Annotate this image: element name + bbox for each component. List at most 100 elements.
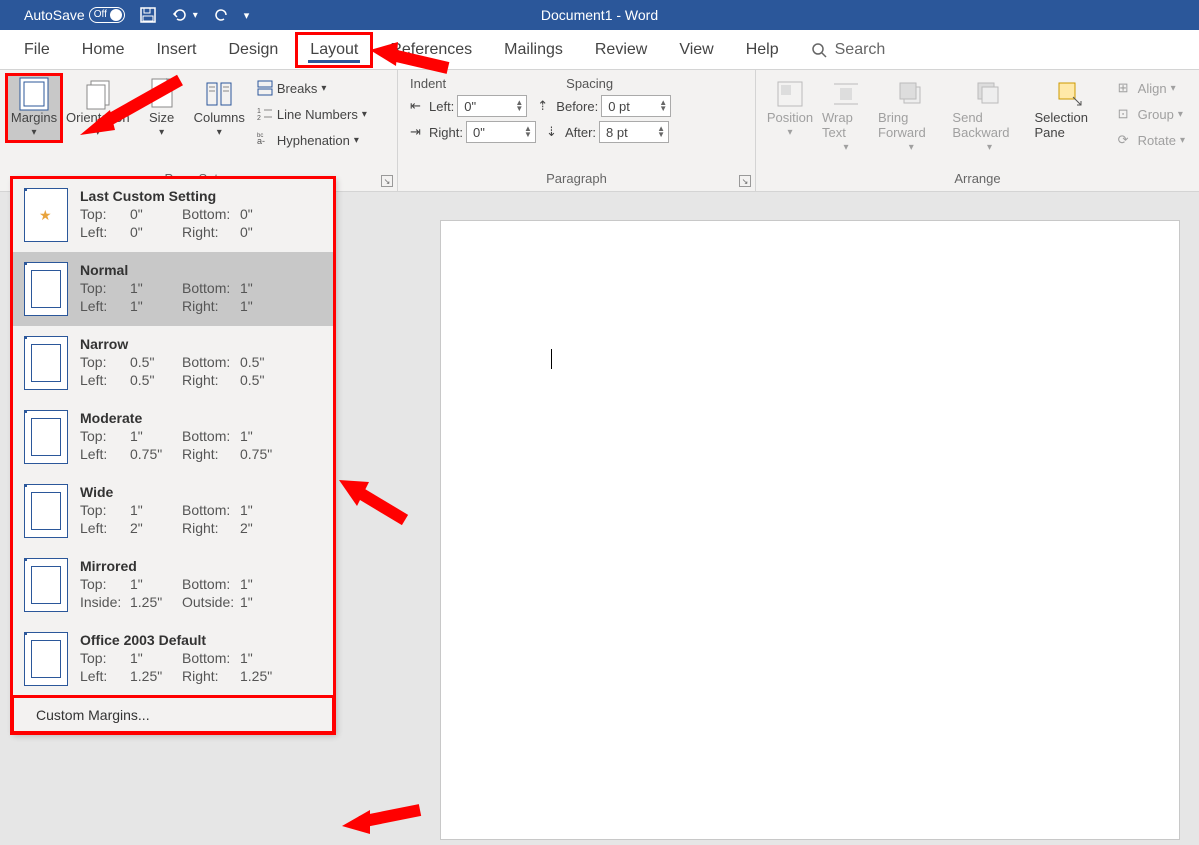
tab-home[interactable]: Home [68,33,139,67]
redo-button[interactable] [208,4,234,26]
paragraph-dialog-launcher[interactable]: ↘ [739,175,751,187]
search-box[interactable]: Search [797,33,900,67]
tab-file[interactable]: File [10,33,64,67]
margin-option-mirrored[interactable]: MirroredTop:1"Bottom:1"Inside:1.25"Outsi… [12,548,334,622]
custom-margins-button[interactable]: Custom Margins... [12,696,334,733]
save-icon [139,6,157,24]
margin-option-moderate[interactable]: ModerateTop:1"Bottom:1"Left:0.75"Right:0… [12,400,334,474]
redo-icon [212,6,230,24]
search-label: Search [835,41,886,59]
indent-left-input[interactable]: 0"▲▼ [457,95,527,117]
align-button: ⊞Align▾ [1114,78,1189,98]
hyphenation-icon: a-bc [257,132,273,148]
hyphenation-button[interactable]: a-bcHyphenation▾ [253,130,371,150]
group-page-setup: Margins▾ Orientation▾ Size▾ Columns▾ Bre… [0,70,398,191]
tab-insert[interactable]: Insert [142,33,210,67]
ribbon-tabs: File Home Insert Design Layout Reference… [0,30,1199,70]
wrap-text-button: Wrap Text▾ [818,74,874,157]
margin-option-title: Narrow [80,336,128,352]
line-numbers-icon: 12 [257,106,273,122]
margin-option-title: Normal [80,262,128,278]
autosave-label: AutoSave [24,7,85,23]
breaks-icon [257,80,273,96]
annotation-arrow [70,70,190,140]
space-after-icon: ⇣ [546,124,562,140]
tab-review[interactable]: Review [581,33,661,67]
group-button: ⊡Group▾ [1114,104,1189,124]
arrange-label: Arrange [762,171,1193,189]
undo-button[interactable]: ▾ [167,4,202,26]
margin-option-title: Office 2003 Default [80,632,206,648]
autosave-toggle[interactable]: AutoSave Off [20,5,129,25]
breaks-button[interactable]: Breaks▾ [253,78,371,98]
wrap-text-icon [830,78,862,110]
group-paragraph: Indent Spacing ⇤Left:0"▲▼ ⇡Before:0 pt▲▼… [398,70,756,191]
search-icon [811,42,827,58]
margin-option-wide[interactable]: WideTop:1"Bottom:1"Left:2"Right:2" [12,474,334,548]
margin-thumb-icon [24,336,68,390]
line-numbers-button[interactable]: 12Line Numbers▾ [253,104,371,124]
tab-design[interactable]: Design [214,33,292,67]
space-before-input[interactable]: 0 pt▲▼ [601,95,671,117]
annotation-arrow [335,470,415,530]
annotation-arrow [340,800,430,840]
position-icon [774,78,806,110]
margin-option-last-custom-setting[interactable]: ★Last Custom SettingTop:0"Bottom:0"Left:… [12,178,334,252]
margin-thumb-icon [24,558,68,612]
margin-option-title: Last Custom Setting [80,188,216,204]
margin-thumb-icon [24,262,68,316]
margin-option-office-2003-default[interactable]: Office 2003 DefaultTop:1"Bottom:1"Left:1… [12,622,334,696]
position-button: Position▾ [762,74,818,142]
margin-option-title: Wide [80,484,113,500]
svg-text:bc: bc [257,133,263,139]
columns-icon [203,78,235,110]
selection-pane-button[interactable]: Selection Pane [1031,74,1110,144]
tab-help[interactable]: Help [732,33,793,67]
paragraph-label: Paragraph [404,171,749,189]
autosave-pill-icon: Off [89,7,125,23]
margins-dropdown: ★Last Custom SettingTop:0"Bottom:0"Left:… [11,177,335,734]
margin-option-normal[interactable]: NormalTop:1"Bottom:1"Left:1"Right:1" [12,252,334,326]
group-icon: ⊡ [1118,106,1134,122]
page-setup-dialog-launcher[interactable]: ↘ [381,175,393,187]
spacing-heading: Spacing [566,76,613,91]
margins-button[interactable]: Margins▾ [6,74,62,142]
margins-icon [18,78,50,110]
space-before-icon: ⇡ [537,98,553,114]
svg-text:2: 2 [257,115,261,122]
space-after-input[interactable]: 8 pt▲▼ [599,121,669,143]
save-button[interactable] [135,4,161,26]
document-title: Document1 - Word [541,7,658,23]
title-bar: AutoSave Off ▾ ▾ Document1 - Word [0,0,1199,30]
tab-layout[interactable]: Layout [296,33,372,67]
margin-thumb-icon [24,484,68,538]
document-canvas[interactable] [440,220,1180,840]
qat-customize[interactable]: ▾ [240,7,254,24]
bring-forward-icon [895,78,927,110]
indent-left-icon: ⇤ [410,98,426,114]
margin-option-title: Moderate [80,410,142,426]
annotation-arrow [368,38,458,78]
group-arrange: Position▾ Wrap Text▾ Bring Forward▾ Send… [756,70,1199,191]
selection-pane-icon [1054,78,1086,110]
tab-mailings[interactable]: Mailings [490,33,577,67]
align-icon: ⊞ [1118,80,1134,96]
send-backward-icon [973,78,1005,110]
rotate-icon: ⟳ [1118,132,1134,148]
tab-view[interactable]: View [665,33,727,67]
margin-option-narrow[interactable]: NarrowTop:0.5"Bottom:0.5"Left:0.5"Right:… [12,326,334,400]
bring-forward-button: Bring Forward▾ [874,74,948,157]
margin-thumb-icon [24,632,68,686]
undo-icon [171,6,189,24]
margin-option-title: Mirrored [80,558,137,574]
indent-right-icon: ⇥ [410,124,426,140]
indent-heading: Indent [410,76,446,91]
indent-right-input[interactable]: 0"▲▼ [466,121,536,143]
svg-text:1: 1 [257,108,261,115]
margin-thumb-icon: ★ [24,188,68,242]
columns-button[interactable]: Columns▾ [190,74,249,142]
margin-thumb-icon [24,410,68,464]
rotate-button: ⟳Rotate▾ [1114,130,1189,150]
send-backward-button: Send Backward▾ [948,74,1030,157]
text-cursor [551,349,552,369]
